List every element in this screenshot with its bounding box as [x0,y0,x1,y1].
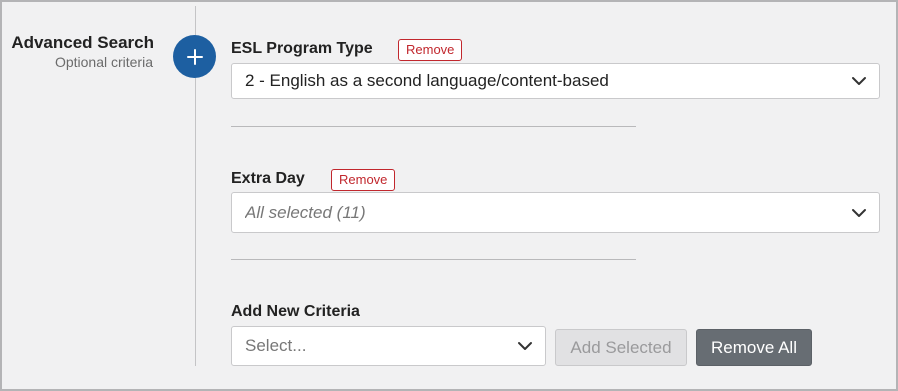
criteria-divider [231,259,636,260]
add-criteria-button[interactable] [173,35,216,78]
extra-day-remove-button[interactable]: Remove [331,169,396,191]
criteria-divider [231,126,636,127]
esl-program-type-label: ESL Program Type [231,40,373,57]
extra-day-label: Extra Day [231,170,305,187]
remove-all-button[interactable]: Remove All [696,329,812,366]
esl-program-type-value: 2 - English as a second language/content… [245,71,609,90]
chevron-down-icon [505,341,545,351]
esl-program-type-remove-button[interactable]: Remove [398,39,463,61]
chevron-down-icon [839,208,879,218]
extra-day-value: All selected (11) [245,202,366,222]
chevron-down-icon [839,76,879,86]
add-new-criteria-label: Add New Criteria [231,303,360,320]
plus-icon [186,48,203,65]
add-new-criteria-select[interactable]: Select... [231,326,546,366]
advanced-search-subtitle: Optional criteria [54,54,153,70]
esl-program-type-select[interactable]: 2 - English as a second language/content… [231,63,880,99]
add-new-criteria-placeholder: Select... [245,336,307,355]
advanced-search-title: Advanced Search [11,33,154,52]
advanced-search-panel: Advanced Search Optional criteria ESL Pr… [0,0,898,391]
extra-day-select[interactable]: All selected (11) [231,192,880,233]
add-selected-button[interactable]: Add Selected [555,329,687,366]
